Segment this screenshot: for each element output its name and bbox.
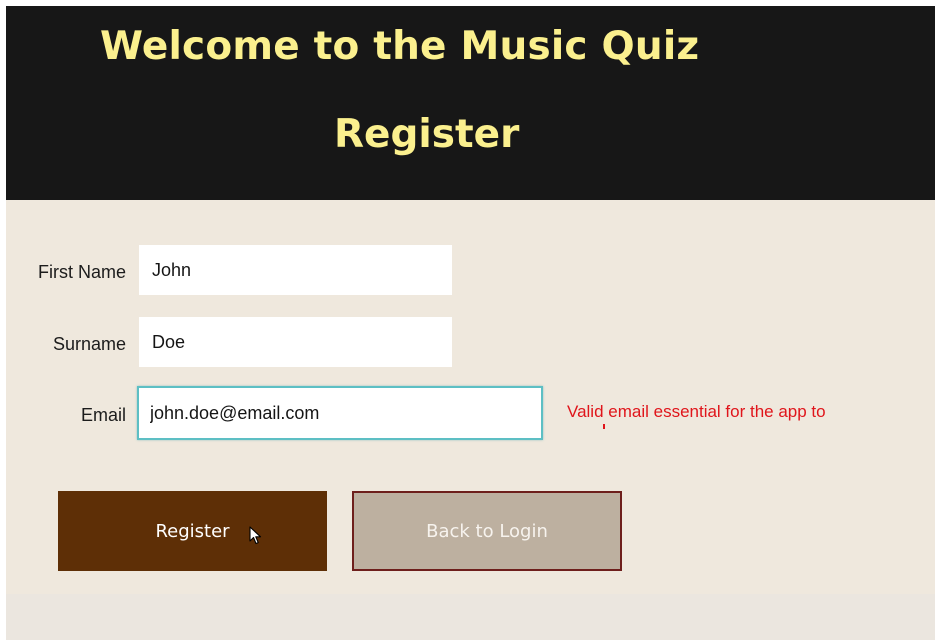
email-label: Email bbox=[80, 405, 126, 425]
header: Welcome to the Music Quiz Register bbox=[6, 6, 935, 200]
register-button[interactable]: Register bbox=[58, 491, 327, 571]
validation-text-fragment bbox=[603, 424, 605, 429]
register-button-label: Register bbox=[155, 520, 230, 542]
app-window: Welcome to the Music Quiz Register First… bbox=[6, 6, 935, 640]
surname-label: Surname bbox=[52, 334, 126, 354]
email-validation-message: Valid email essential for the app to bbox=[567, 402, 826, 421]
surname-field[interactable] bbox=[139, 317, 452, 367]
first-name-field[interactable] bbox=[139, 245, 452, 295]
footer-band bbox=[6, 594, 935, 640]
app-title: Welcome to the Music Quiz bbox=[100, 24, 700, 69]
mouse-pointer-icon bbox=[249, 526, 262, 545]
back-to-login-button[interactable]: Back to Login bbox=[352, 491, 622, 571]
page-heading: Register bbox=[334, 112, 520, 157]
first-name-label: First Name bbox=[37, 262, 126, 282]
back-to-login-label: Back to Login bbox=[426, 520, 548, 542]
email-field[interactable] bbox=[137, 386, 543, 440]
